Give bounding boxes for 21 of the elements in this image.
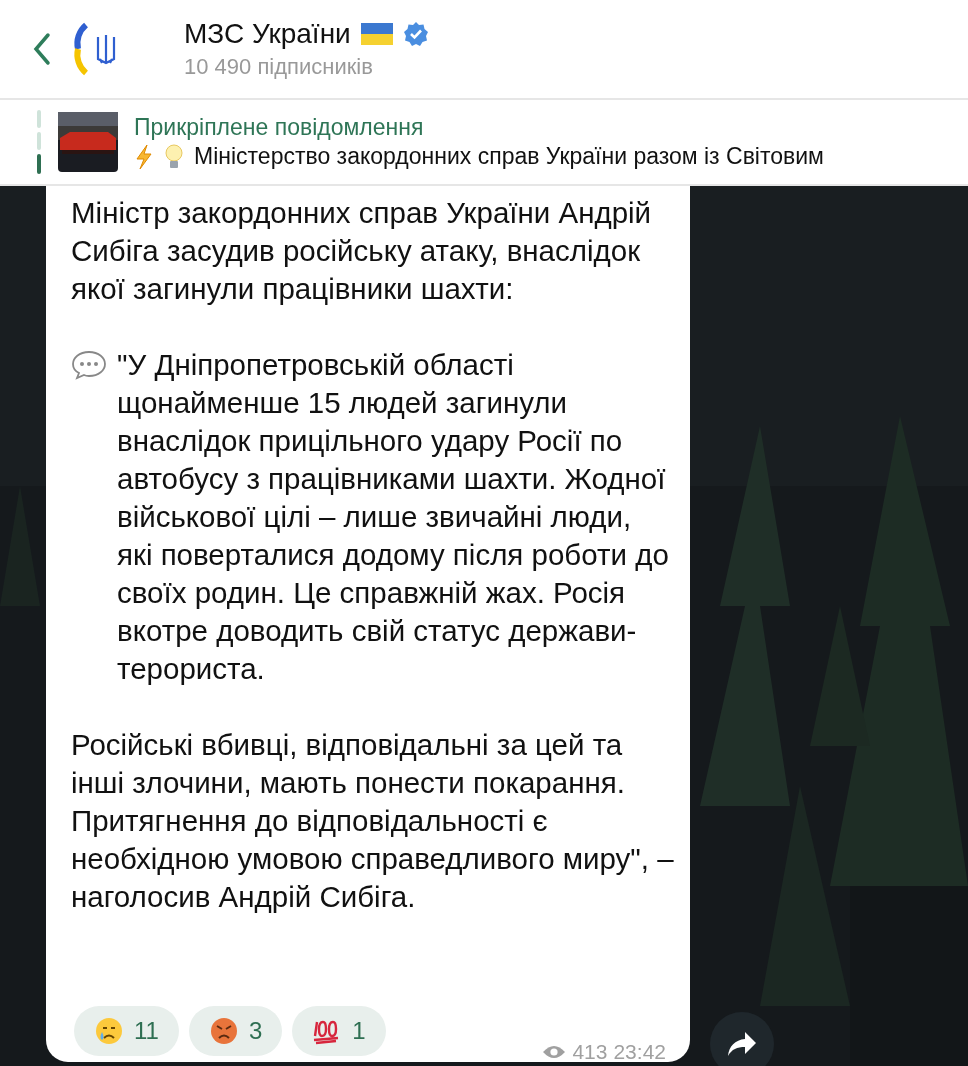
reaction-button[interactable]: 1: [292, 1006, 386, 1056]
crying-face-icon: [94, 1016, 124, 1046]
back-icon[interactable]: [32, 32, 52, 66]
flag-icon: [360, 23, 393, 45]
channel-name: МЗС України: [184, 18, 351, 50]
reaction-button[interactable]: 11: [74, 1006, 179, 1056]
message-text: Міністр закордонних справ України Андрій Сибіга засудив російську атаку, внаслідок якої загинули працівники шахти:: [71, 195, 653, 307]
share-arrow-icon: [727, 1031, 757, 1057]
lightning-icon: [134, 143, 154, 170]
pinned-preview: Міністерство закордонних справ України разом із Світовим: [194, 143, 824, 170]
message-time: 23:42: [613, 1040, 666, 1064]
view-count: 413: [572, 1040, 608, 1064]
pin-position-icon: [36, 110, 42, 174]
light-bulb-icon: [164, 142, 184, 171]
subscriber-count: 10 490 підписників: [184, 54, 374, 80]
pinned-title: Прикріплене повідомлення: [134, 113, 425, 141]
message-text: Російські вбивці, відповідальні за цей та інші злочини, мають понести покарання. Притягнення до відповідальності є необхідною умовою справедливого миру", – наголосив Андрій Сибіга.: [71, 727, 674, 915]
message-text: "У Дніпропетровській області щонайменше 15 людей загинули внаслідок прицільного удару Росії по автобусу з працівниками шахти. Жодної військової цілі – лише звичайні люди, які поверталися додому після роботи до своїх родин. Це справжній жах. Росія вкотре доводить свій статус держави-терориста.: [117, 347, 670, 687]
reaction-button[interactable]: 3: [188, 1006, 283, 1056]
angry-face-icon: [208, 1016, 239, 1046]
speech-balloon-icon: [71, 350, 107, 380]
